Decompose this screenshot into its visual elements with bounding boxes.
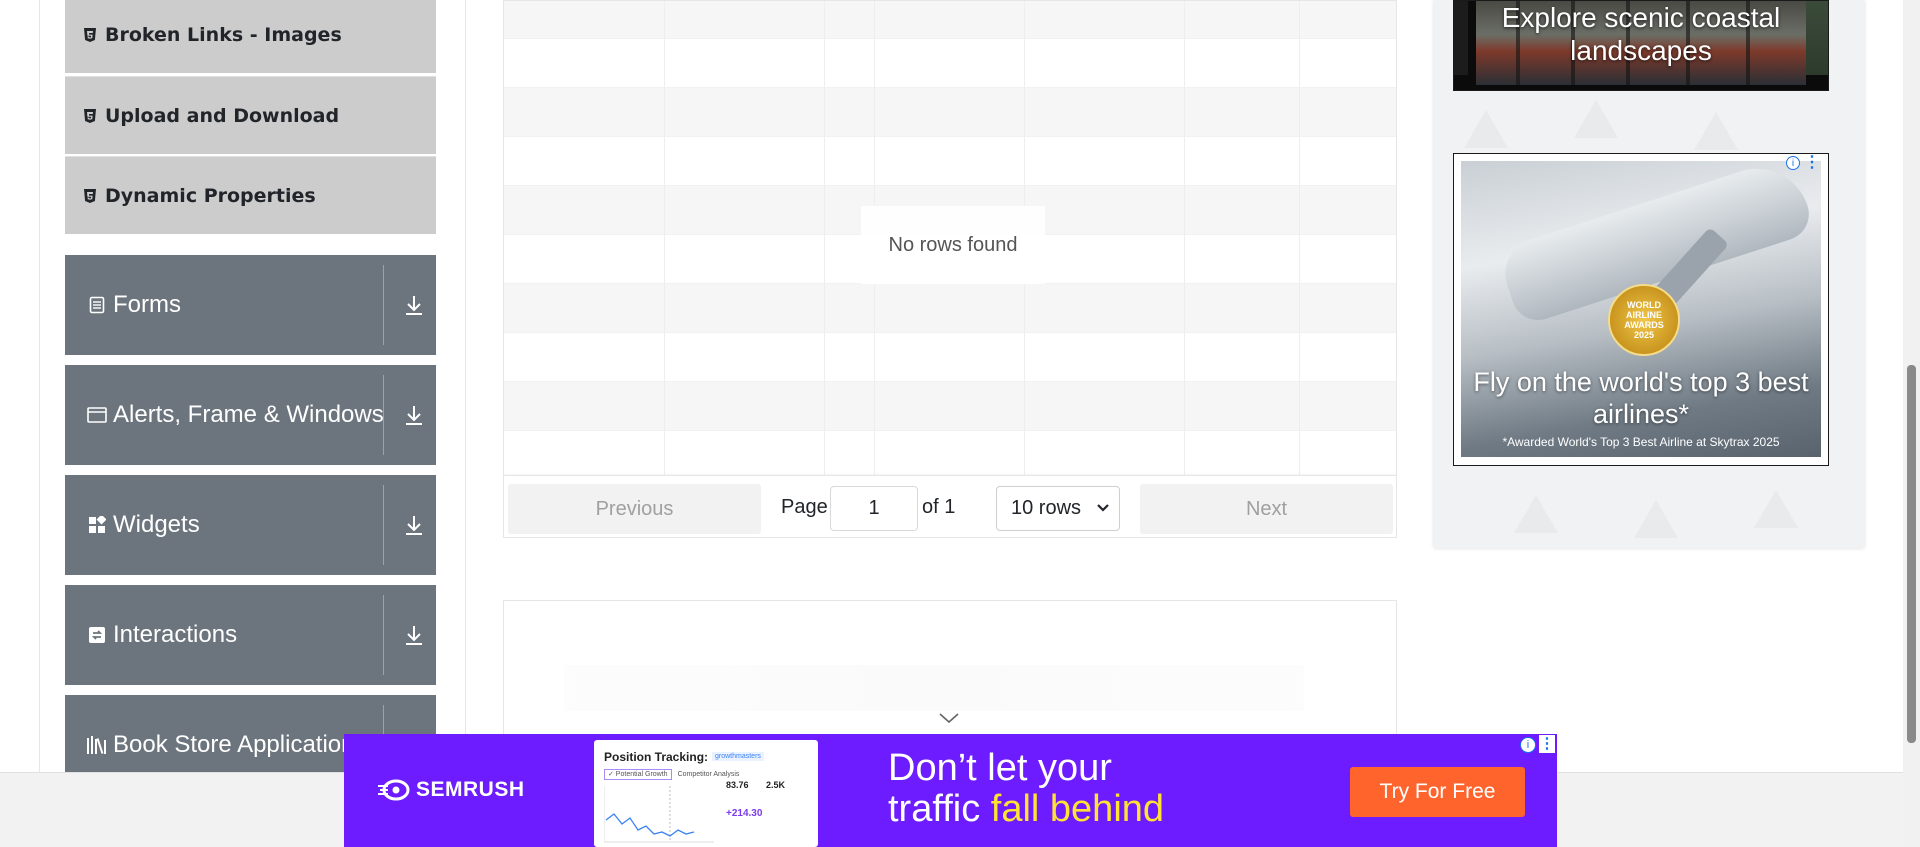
- sidebar-group-label: Widgets: [113, 511, 200, 538]
- html5-icon: [83, 108, 97, 124]
- sidebar-group-widgets[interactable]: Widgets: [65, 475, 436, 575]
- html5-icon: [83, 188, 97, 204]
- sidebar-item-upload-and-download[interactable]: Upload and Download: [65, 76, 436, 154]
- sidebar-right-border: [465, 0, 466, 772]
- interactions-icon: [85, 623, 109, 647]
- screenshot-tag: growthmasters: [712, 752, 764, 761]
- ad-image-edge: [1806, 1, 1828, 75]
- ad-product-screenshot: Position Tracking: growthmasters ✓ Poten…: [594, 740, 818, 847]
- bg-pattern: [1574, 100, 1618, 138]
- table-row: [504, 137, 1396, 186]
- group-divider: [383, 485, 384, 565]
- sidebar-group-label: Interactions: [113, 621, 238, 648]
- sidebar-group-label: Forms: [113, 291, 181, 318]
- books-icon: [85, 733, 109, 757]
- group-divider: [383, 375, 384, 455]
- html5-icon: [83, 27, 97, 43]
- table-row: [504, 284, 1396, 333]
- sidebar-item-label: Upload and Download: [105, 104, 340, 127]
- sidebar-group-interactions[interactable]: Interactions: [65, 585, 436, 685]
- group-divider: [383, 595, 384, 675]
- semrush-logo: SEMRUSH: [376, 778, 525, 802]
- right-ad-column: Explore scenic coastal landscapes WORLD …: [1434, 0, 1864, 548]
- screenshot-metric: 2.5K: [766, 780, 786, 790]
- chevron-down-icon[interactable]: [938, 711, 960, 730]
- download-arrow-icon[interactable]: [402, 513, 426, 537]
- sidebar-item-broken-links-images[interactable]: Broken Links - Images: [65, 0, 436, 73]
- screenshot-chart: [604, 786, 714, 843]
- semrush-brand: SEMRUSH: [416, 778, 525, 801]
- ad-headline: Explore scenic coastal landscapes: [1501, 2, 1781, 66]
- table-row: [504, 382, 1396, 431]
- screenshot-title: Position Tracking:: [604, 750, 709, 764]
- sidebar-item-label: Dynamic Properties: [105, 184, 316, 207]
- column-divider: [1184, 1, 1185, 475]
- sidebar-group-label: Alerts, Frame & Windows: [113, 401, 384, 428]
- screenshot-metric: 83.76: [726, 780, 749, 790]
- empty-state-message: No rows found: [861, 206, 1045, 284]
- column-divider: [824, 1, 825, 475]
- column-divider: [664, 1, 665, 475]
- data-table: No rows found Previous Page of 1 10 rows…: [503, 0, 1397, 538]
- semrush-logo-icon: [378, 779, 410, 801]
- rows-per-page-value: 10 rows: [1011, 497, 1082, 519]
- award-badge: WORLD AIRLINE AWARDS 2025: [1608, 284, 1680, 356]
- sidebar-item-dynamic-properties[interactable]: Dynamic Properties: [65, 156, 436, 234]
- ad-headline: Fly on the world's top 3 best airlines*: [1473, 367, 1809, 429]
- widgets-icon: [85, 513, 109, 537]
- download-arrow-icon[interactable]: [402, 403, 426, 427]
- try-for-free-button[interactable]: Try For Free: [1350, 767, 1525, 817]
- sidebar-left-border: [39, 0, 40, 772]
- ad-image: WORLD AIRLINE AWARDS 2025 Fly on the wor…: [1461, 161, 1821, 457]
- bg-pattern: [1754, 490, 1798, 528]
- chevron-down-icon: [1097, 500, 1109, 516]
- download-arrow-icon[interactable]: [402, 293, 426, 317]
- download-arrow-icon[interactable]: [402, 623, 426, 647]
- screenshot-growth: +214.30: [726, 808, 763, 819]
- ad-info-icon[interactable]: i: [1786, 156, 1800, 170]
- ad-banner-airline[interactable]: WORLD AIRLINE AWARDS 2025 Fly on the wor…: [1453, 153, 1829, 466]
- rows-per-page-select[interactable]: 10 rows: [996, 486, 1120, 531]
- group-divider: [383, 265, 384, 345]
- faint-content: [564, 665, 1304, 711]
- sidebar-group-alerts-frame-windows[interactable]: Alerts, Frame & Windows: [65, 365, 436, 465]
- next-button[interactable]: Next: [1140, 484, 1393, 534]
- table-row: [504, 39, 1396, 88]
- ad-footnote: *Awarded World's Top 3 Best Airline at S…: [1502, 435, 1780, 449]
- page-scrollbar[interactable]: [1903, 0, 1920, 847]
- bg-pattern: [1464, 110, 1508, 148]
- column-divider: [1299, 1, 1300, 475]
- ad-image-edge: [1454, 1, 1468, 75]
- page-number-input[interactable]: [830, 486, 918, 531]
- document-icon: [85, 293, 109, 317]
- ad-banner-semrush[interactable]: SEMRUSH Position Tracking: growthmasters…: [344, 734, 1557, 847]
- table-row: [504, 333, 1396, 382]
- ad-banner-coastal[interactable]: Explore scenic coastal landscapes: [1453, 0, 1829, 91]
- total-pages-label: of 1: [922, 496, 956, 518]
- sidebar-group-forms[interactable]: Forms: [65, 255, 436, 355]
- bg-pattern: [1634, 500, 1678, 538]
- left-sidebar: Broken Links - Images Upload and Downloa…: [0, 0, 466, 795]
- window-icon: [85, 403, 109, 427]
- page-label: Page: [781, 496, 828, 518]
- table-row: [504, 1, 1396, 39]
- screenshot-tabs: ✓ Potential Growth Competitor Analysis: [604, 769, 739, 780]
- sidebar-item-label: Broken Links - Images: [105, 23, 342, 46]
- bg-pattern: [1514, 495, 1558, 533]
- table-row: [504, 88, 1396, 137]
- ad-headline: Don’t let your traffic fall behind: [888, 747, 1165, 830]
- ad-info-icon[interactable]: i: [1520, 737, 1536, 753]
- pagination-bar: Previous Page of 1 10 rows Next: [504, 475, 1396, 537]
- bg-pattern: [1694, 112, 1738, 150]
- ad-menu-icon[interactable]: ⋮: [1804, 154, 1820, 172]
- table-row: [504, 431, 1396, 480]
- ad-menu-icon[interactable]: ⋮: [1539, 735, 1555, 753]
- scrollbar-thumb[interactable]: [1907, 365, 1916, 743]
- previous-button[interactable]: Previous: [508, 484, 761, 534]
